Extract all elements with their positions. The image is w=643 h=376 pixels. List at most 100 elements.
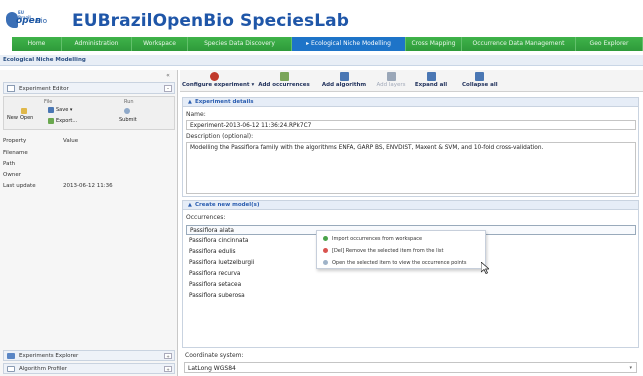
list-item[interactable]: Passiflora setacea	[186, 280, 636, 290]
nav-tab-geo-explorer[interactable]: Geo Explorer	[576, 37, 643, 51]
experiments-explorer-label: Experiments Explorer	[19, 353, 79, 359]
experiment-details-panel: ▲ Experiment details Name: Experiment-20…	[182, 97, 639, 197]
expand-all-label: Expand all	[414, 82, 448, 88]
name-label: Name:	[186, 111, 206, 118]
add-icon	[323, 236, 328, 241]
add-algorithm-icon	[339, 72, 349, 81]
property-row: Last update 2013-06-12 11:36	[3, 183, 175, 193]
main-nav: Home Administration Workspace Species Da…	[12, 37, 643, 51]
submit-icon	[124, 108, 130, 115]
chevron-down-icon[interactable]: ▾	[629, 365, 632, 371]
explorer-icon	[7, 353, 15, 359]
occurrences-label: Occurrences:	[186, 214, 226, 221]
section-title: Ecological Niche Modelling	[3, 57, 86, 63]
property-key: Owner	[3, 172, 21, 178]
configure-experiment-button[interactable]: Configure experiment ▾	[182, 72, 254, 91]
mouse-cursor-icon	[481, 262, 489, 274]
properties-header: Property Value	[3, 138, 175, 148]
expand-all-button[interactable]: Expand all	[414, 72, 448, 91]
profiler-icon	[7, 366, 15, 372]
minimize-editor-button[interactable]: –	[164, 85, 172, 92]
app-header: EU Brazil open Bio EUBrazilOpenBio Speci…	[0, 0, 643, 36]
property-key: Filename	[3, 150, 28, 156]
remove-icon	[323, 248, 328, 253]
menu-item-remove-selected[interactable]: [Del] Remove the selected item from the …	[317, 245, 487, 256]
collapse-details-icon[interactable]: ▲	[188, 99, 192, 105]
logo-bio-text: Bio	[36, 17, 48, 25]
nav-tab-species-data-discovery[interactable]: Species Data Discovery	[188, 37, 292, 51]
experiment-editor-title: Experiment Editor	[19, 86, 69, 92]
list-item[interactable]: Passiflora suberosa	[186, 291, 636, 301]
algorithm-profiler-panel[interactable]: Algorithm Profiler +	[3, 363, 175, 374]
add-layers-button[interactable]: Add layers	[375, 72, 407, 91]
menu-item-open-selected[interactable]: Open the selected item to view the occur…	[317, 257, 487, 268]
nav-tab-cross-mapping[interactable]: Cross Mapping	[406, 37, 462, 51]
save-button[interactable]: Save ▾	[56, 107, 72, 113]
experiment-details-header[interactable]: ▲ Experiment details	[183, 98, 638, 107]
menu-item-label: Open the selected item to view the occur…	[332, 260, 467, 266]
configure-dropdown-arrow-icon: ▾	[251, 82, 255, 88]
algorithm-profiler-label: Algorithm Profiler	[19, 366, 68, 372]
property-value: 2013-06-12 11:36	[63, 183, 113, 189]
collapse-all-icon	[474, 72, 484, 81]
description-textarea[interactable]: Modelling the Passiflora family with the…	[186, 142, 636, 194]
submit-button[interactable]: Submit	[119, 117, 137, 123]
experiments-explorer-panel[interactable]: Experiments Explorer +	[3, 350, 175, 361]
value-col-header: Value	[63, 138, 79, 144]
experiment-details-title: Experiment details	[195, 99, 254, 105]
add-algorithm-button[interactable]: Add algorithm	[320, 72, 368, 91]
description-label: Description (optional):	[186, 133, 254, 140]
export-button[interactable]: Export...	[56, 118, 77, 124]
new-button[interactable]: New	[7, 115, 18, 121]
app-title: EUBrazilOpenBio SpeciesLab	[72, 11, 349, 31]
section-bar: Ecological Niche Modelling	[0, 55, 643, 66]
property-row: Owner	[3, 172, 175, 182]
create-model-header[interactable]: ▲ Create new model(s)	[183, 201, 638, 210]
nav-tab-workspace[interactable]: Workspace	[132, 37, 188, 51]
save-icon	[48, 107, 54, 114]
add-occurrences-button[interactable]: Add occurrences	[256, 72, 312, 91]
menu-item-label: [Del] Remove the selected item from the …	[332, 248, 444, 254]
nav-tab-ecological-niche-modelling[interactable]: ▸ Ecological Niche Modelling	[292, 37, 406, 51]
configure-icon	[209, 72, 219, 81]
logo[interactable]: EU Brazil open Bio	[6, 9, 47, 31]
menu-item-label: Import occurrences from workspace	[332, 236, 423, 242]
create-model-panel: ▲ Create new model(s) Occurrences: Passi…	[182, 200, 639, 348]
nav-tab-home[interactable]: Home	[12, 37, 62, 51]
menu-item-import-occurrences[interactable]: Import occurrences from workspace	[317, 233, 487, 244]
nav-tab-administration[interactable]: Administration	[62, 37, 132, 51]
view-icon	[323, 260, 328, 265]
add-occurrences-icon	[279, 72, 289, 81]
collapse-left-button[interactable]: «	[163, 72, 173, 80]
property-key: Last update	[3, 183, 36, 189]
expand-explorer-button[interactable]: +	[164, 353, 172, 359]
coordinate-system-label: Coordinate system:	[185, 352, 244, 359]
add-occurrences-label: Add occurrences	[258, 82, 310, 88]
experiment-editor-header[interactable]: Experiment Editor –	[3, 82, 175, 94]
editor-icon	[7, 85, 15, 92]
expand-all-icon	[426, 72, 436, 81]
property-key: Path	[3, 161, 16, 167]
open-button[interactable]: Open	[20, 115, 33, 121]
property-row: Filename	[3, 150, 175, 160]
experiment-name-input[interactable]: Experiment-2013-06-12 11:36:24.RPk7C7	[186, 120, 636, 130]
add-layers-label: Add layers	[376, 82, 406, 88]
expand-profiler-button[interactable]: +	[164, 366, 172, 372]
add-layers-icon	[386, 72, 396, 81]
list-item[interactable]: Passiflora recurva	[186, 269, 636, 279]
collapse-model-icon[interactable]: ▲	[188, 202, 192, 208]
coordinate-system-select[interactable]: LatLong WGS84 ▾	[184, 362, 637, 373]
configure-experiment-label: Configure experiment	[182, 82, 250, 88]
run-group-label: Run	[124, 99, 134, 105]
export-icon	[48, 118, 54, 125]
nav-tab-occurrence-data-management[interactable]: Occurrence Data Management	[462, 37, 576, 51]
coordinate-system-value: LatLong WGS84	[188, 365, 236, 372]
collapse-all-button[interactable]: Collapse all	[462, 72, 498, 91]
experiment-toolbar: Configure experiment ▾ Add occurrences A…	[180, 70, 643, 92]
property-col-header: Property	[3, 138, 27, 144]
open-icon	[21, 108, 27, 115]
file-group-label: File	[44, 99, 53, 105]
create-model-title: Create new model(s)	[195, 202, 260, 208]
property-row: Path	[3, 161, 175, 171]
collapse-all-label: Collapse all	[462, 82, 498, 88]
